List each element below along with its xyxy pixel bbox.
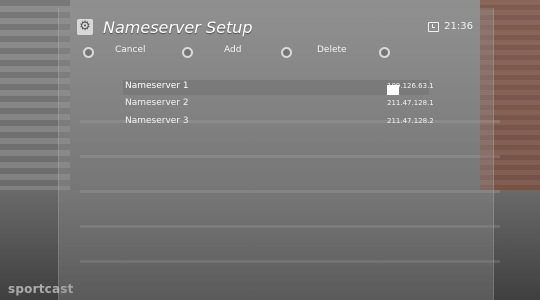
action-bar: Cancel Add Delete	[59, 43, 493, 61]
add-button[interactable]: Add	[224, 45, 241, 55]
nameserver-value-input[interactable]: 211.47.128.2	[387, 117, 434, 125]
cancel-button[interactable]: Cancel	[115, 45, 146, 55]
clock: 21:36	[428, 21, 473, 32]
nameserver-row[interactable]: Nameserver 1 109.126.63.1	[123, 80, 434, 95]
nameserver-label: Nameserver 1	[125, 81, 189, 91]
clock-time: 21:36	[444, 21, 473, 32]
nameserver-label: Nameserver 3	[125, 116, 189, 126]
nameserver-row[interactable]: Nameserver 3 211.47.128.2	[123, 115, 434, 130]
extra-button-icon[interactable]	[379, 47, 390, 58]
delete-button-icon[interactable]	[281, 47, 292, 58]
add-button-icon[interactable]	[182, 47, 193, 58]
panel-header: ⚙ Nameserver Setup 21:36	[59, 8, 493, 46]
cancel-button-icon[interactable]	[83, 47, 94, 58]
nameserver-setup-panel: ⚙ Nameserver Setup 21:36 Cancel Add Dele…	[58, 8, 494, 300]
page-title: Nameserver Setup	[103, 18, 253, 37]
nameserver-value-input[interactable]: 211.47.128.1	[387, 99, 434, 107]
delete-button[interactable]: Delete	[317, 45, 347, 55]
nameserver-row[interactable]: Nameserver 2 211.47.128.1	[123, 97, 434, 112]
text-cursor	[387, 85, 399, 95]
gear-icon: ⚙	[77, 19, 93, 35]
clock-icon	[428, 21, 440, 32]
nameserver-label: Nameserver 2	[125, 98, 189, 108]
